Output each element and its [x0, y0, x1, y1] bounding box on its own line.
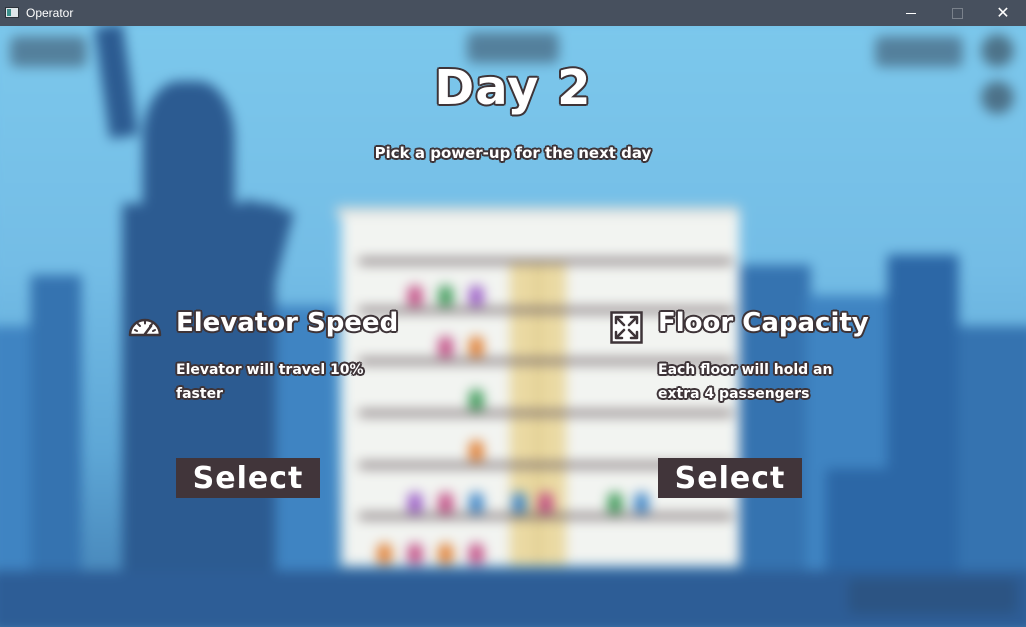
powerup-name: Floor Capacity: [658, 308, 869, 338]
maximize-button[interactable]: [934, 0, 980, 26]
select-floor-capacity-button[interactable]: Select: [658, 458, 802, 498]
close-button[interactable]: ✕: [980, 0, 1026, 26]
powerup-prompt: Pick a power-up for the next day: [374, 144, 652, 162]
speedometer-icon: [128, 313, 162, 343]
minimize-icon: [906, 12, 916, 14]
day-title: Day 2: [434, 60, 592, 116]
expand-arrows-icon: [610, 311, 643, 348]
game-viewport: Day 2 Pick a power-up for the next day E…: [0, 26, 1026, 627]
powerup-name: Elevator Speed: [176, 308, 399, 338]
powerup-description: Elevator will travel 10% faster: [176, 362, 364, 402]
window-title: Operator: [26, 6, 74, 20]
powerup-overlay: Day 2 Pick a power-up for the next day E…: [0, 26, 1026, 627]
powerup-description: Each floor will hold an extra 4 passenge…: [658, 362, 833, 402]
select-elevator-speed-button[interactable]: Select: [176, 458, 320, 498]
app-icon: [5, 7, 19, 18]
close-icon: ✕: [996, 5, 1010, 22]
minimize-button[interactable]: [888, 0, 934, 26]
maximize-icon: [951, 7, 963, 19]
window-titlebar: Operator ✕: [0, 0, 1026, 26]
